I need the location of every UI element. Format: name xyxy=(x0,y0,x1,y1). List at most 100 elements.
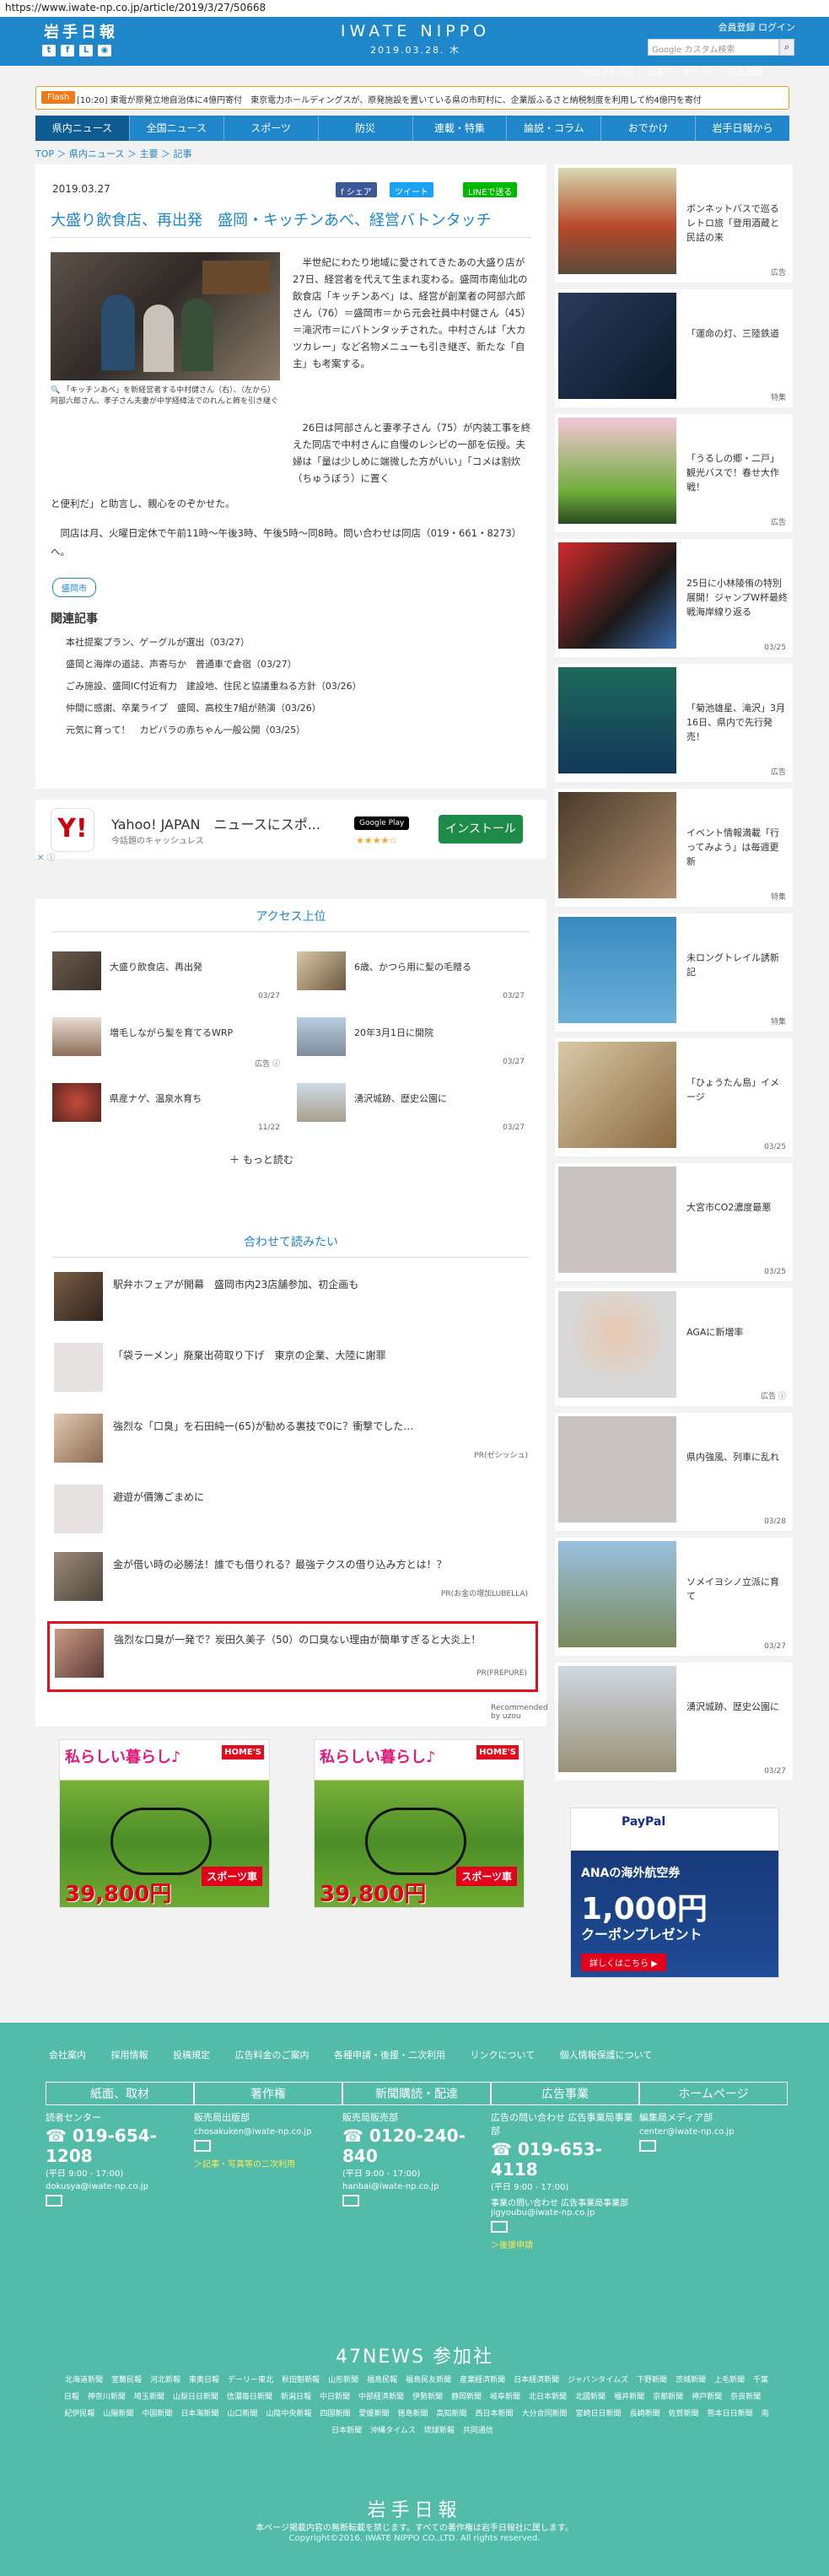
mail-icon[interactable] xyxy=(491,2221,508,2233)
n47-member-link[interactable]: 産業経済新聞 xyxy=(460,2376,505,2385)
contact-email[interactable]: hanbai@iwate-np.co.jp xyxy=(342,2182,491,2191)
n47-member-link[interactable]: デーリー東北 xyxy=(228,2376,273,2385)
n47-member-link[interactable]: 北日本新聞 xyxy=(529,2393,567,2401)
footer-link[interactable]: 会社案内 xyxy=(49,2050,86,2061)
n47-member-link[interactable]: 紀伊民報 xyxy=(64,2410,94,2418)
site-logo[interactable]: IWATE NIPPO 2019.03.28. 木 xyxy=(320,22,510,56)
recommend-item[interactable]: 金が借い時の必勝法！誰でも借りれる？最強テクスの借り込み方とは！？ PR(お金の… xyxy=(54,1552,531,1611)
n47-member-link[interactable]: 秋田魁新報 xyxy=(282,2376,320,2385)
login-link[interactable]: ログイン xyxy=(758,22,795,33)
n47-member-link[interactable]: 山形新聞 xyxy=(328,2376,358,2385)
sidebar-item[interactable]: 「ひょうたん島」イメージ 03/25 xyxy=(555,1038,793,1156)
n47-member-link[interactable]: 伊勢新聞 xyxy=(412,2393,443,2401)
contact-phone[interactable]: 019-654-1208 xyxy=(46,2126,157,2166)
secondary-use-link[interactable]: ＞記事・写真等の二次利用 xyxy=(194,2157,342,2169)
ad-title[interactable]: Yahoo! JAPAN ニュースにスポ... xyxy=(111,813,320,833)
n47-member-link[interactable]: 山陽新聞 xyxy=(103,2410,133,2418)
line-icon[interactable]: L xyxy=(79,45,93,57)
article-tag[interactable]: 盛岡市 xyxy=(52,578,96,597)
sub-links[interactable]: Webアルバム ｜ 記事データベース ｜ 広告掲載 ｜ xyxy=(582,65,773,78)
recommend-item[interactable]: 「袋ラーメン」廃棄出荷取り下げ 東京の企業、大陸に謝罪 xyxy=(54,1343,531,1402)
contact-email[interactable]: center@iwate-np.co.jp xyxy=(639,2127,788,2137)
zoom-icon[interactable]: 🔍 xyxy=(51,386,60,395)
flash-ticker[interactable]: Flash [10:20] 東電が原発立地自治体に4億円寄付 東京電力ホールディ… xyxy=(35,86,789,110)
related-link[interactable]: 元気に育って！ カピバラの赤ちゃん一般公開（03/25） xyxy=(66,719,362,741)
n47-member-link[interactable]: ジャパンタイムズ xyxy=(568,2376,628,2385)
nav-item-column[interactable]: 論説・コラム xyxy=(507,116,602,141)
n47-member-link[interactable]: 東奥日報 xyxy=(189,2376,219,2385)
n47-member-link[interactable]: 愛媛新聞 xyxy=(358,2410,389,2418)
tweet-button[interactable]: ツイート xyxy=(390,182,433,197)
ana-ad-cta[interactable]: 詳しくはこちら ▶ xyxy=(581,1954,666,1971)
recommend-item[interactable]: 避遊が價簿ごまめに xyxy=(54,1485,531,1544)
n47-member-link[interactable]: 長崎新聞 xyxy=(630,2410,660,2418)
ranking-item[interactable]: 大盛り飲食店、再出発 03/27 xyxy=(52,951,280,1004)
search-icon[interactable]: ⌕ xyxy=(779,39,794,56)
flash-text[interactable]: [10:20] 東電が原発立地自治体に4億円寄付 東京電力ホールディングスが、原… xyxy=(77,93,702,105)
ranking-item[interactable]: 6歳、かつら用に髪の毛贈る 03/27 xyxy=(297,951,525,1004)
sidebar-item[interactable]: 「菊池雄星、滝沢」3月16日、県内で先行発売！ 広告 xyxy=(555,664,793,782)
n47-member-link[interactable]: 宮崎日日新聞 xyxy=(576,2410,622,2418)
url-bar[interactable]: https://www.iwate-np.co.jp/article/2019/… xyxy=(0,0,829,17)
ranking-item[interactable]: 県産ナゲ、温泉水育ち 11/22 xyxy=(52,1083,280,1135)
recommend-item[interactable]: 駅弁ホフェアが開幕 盛岡市内23店舗参加、初企画も xyxy=(54,1272,531,1331)
n47-member-link[interactable]: 中国新聞 xyxy=(142,2410,172,2418)
n47-member-link[interactable]: 北海道新聞 xyxy=(65,2376,103,2385)
n47-member-link[interactable]: 神戸新聞 xyxy=(692,2393,722,2401)
n47-member-link[interactable]: 琉球新報 xyxy=(424,2427,455,2435)
contact-email[interactable]: 事業の問い合わせ 広告事業局事業部 jigyoubu@iwate-np.co.j… xyxy=(491,2196,639,2218)
ad-close-icon[interactable]: ✕ ⓘ xyxy=(37,850,56,863)
n47-member-link[interactable]: 山陰中央新報 xyxy=(266,2410,311,2418)
n47-member-link[interactable]: 四国新聞 xyxy=(320,2410,350,2418)
ranking-item[interactable]: 増毛しながら髪を育てるWRP 広告 ⓘ xyxy=(52,1017,280,1070)
recommend-item[interactable]: 強烈な「口臭」を石田純一(65)が勧める裏技で0に？衝撃でした… PR(ゼシッシ… xyxy=(54,1414,531,1473)
n47-member-link[interactable]: 大分合同新聞 xyxy=(522,2410,568,2418)
footer-link[interactable]: 各種申請・後援・二次利用 xyxy=(334,2050,445,2061)
footer-link[interactable]: 採用情報 xyxy=(111,2050,148,2061)
footer-link[interactable]: リンクについて xyxy=(471,2050,536,2061)
sidebar-item[interactable]: 大宮市CO2濃度最悪 03/25 xyxy=(555,1163,793,1281)
n47-member-link[interactable]: 神奈川新聞 xyxy=(88,2393,126,2401)
n47-member-link[interactable]: 山梨日日新聞 xyxy=(173,2393,218,2401)
n47-member-link[interactable]: 河北新報 xyxy=(150,2376,180,2385)
related-link[interactable]: ごみ施設、盛岡IC付近有力 建設地、住民と協議重ねる方針（03/26） xyxy=(66,676,362,698)
footer-link[interactable]: 広告料金のご案内 xyxy=(235,2050,310,2061)
sidebar-item[interactable]: 県内強風、列車に乱れ 03/28 xyxy=(555,1413,793,1531)
related-link[interactable]: 盛岡と海岸の道誌、声寄与か 普通車で倉宿（03/27） xyxy=(66,654,362,676)
related-link[interactable]: 本社提案プラン、ゲーグルが選出（03/27） xyxy=(66,632,362,654)
homes-banner-ad[interactable]: 私らしい暮らし♪ HOME'S 39,800円 スポーツ車 xyxy=(314,1739,525,1908)
n47-member-link[interactable]: 埼玉新聞 xyxy=(134,2393,164,2401)
sidebar-item[interactable]: ソメイヨシノ立派に育て 03/27 xyxy=(555,1538,793,1656)
ranking-item[interactable]: 20年3月1日に開院 03/27 xyxy=(297,1017,525,1070)
rss-icon[interactable]: ◉ xyxy=(98,45,111,57)
contact-phone[interactable]: 0120-240-840 xyxy=(342,2126,466,2166)
search-input[interactable]: Google カスタム検索 xyxy=(648,39,779,56)
n47-member-link[interactable]: 日本海新聞 xyxy=(180,2410,218,2418)
sidebar-item[interactable]: 「うるしの郷・二戸」観光バスで！春せ大作戦！ 広告 xyxy=(555,414,793,532)
mail-icon[interactable] xyxy=(639,2140,656,2152)
n47-member-link[interactable]: 京都新聞 xyxy=(653,2393,683,2401)
top-logo[interactable]: 岩手日報 xyxy=(44,20,118,42)
nav-item-local-news[interactable]: 県内ニュース xyxy=(35,116,130,141)
mail-icon[interactable] xyxy=(194,2140,211,2152)
n47-member-link[interactable]: 熊本日日新聞 xyxy=(708,2410,753,2418)
n47-member-link[interactable]: 上毛新聞 xyxy=(714,2376,745,2385)
nav-item-national-news[interactable]: 全国ニュース xyxy=(130,116,224,141)
footer-link[interactable]: 個人情報保護について xyxy=(560,2050,653,2061)
breadcrumb[interactable]: TOP ＞ 県内ニュース ＞ 主要 ＞ 記事 xyxy=(35,147,191,160)
facebook-icon[interactable]: f xyxy=(61,45,74,57)
n47-member-link[interactable]: 高知新聞 xyxy=(437,2410,467,2418)
n47-member-link[interactable]: 中日新聞 xyxy=(320,2393,350,2401)
n47-member-link[interactable]: 岐阜新聞 xyxy=(490,2393,520,2401)
footer-logo[interactable]: 岩手日報 xyxy=(0,2495,829,2522)
n47-member-link[interactable]: 佐賀新聞 xyxy=(669,2410,699,2418)
n47-member-link[interactable]: 日本経済新聞 xyxy=(514,2376,559,2385)
article-photo[interactable] xyxy=(51,252,280,380)
nav-item-from-nippo[interactable]: 岩手日報から xyxy=(696,116,789,141)
nav-item-outing[interactable]: おでかけ xyxy=(601,116,697,141)
sidebar-item[interactable]: イベント情報満載「行ってみよう」は毎週更新 特集 xyxy=(555,789,793,907)
n47-member-link[interactable]: 福島民報 xyxy=(367,2376,397,2385)
n47-member-link[interactable]: 北國新聞 xyxy=(575,2393,606,2401)
n47-member-link[interactable]: 徳島新聞 xyxy=(397,2410,428,2418)
more-button[interactable]: ＋ もっと読む xyxy=(229,1152,293,1167)
